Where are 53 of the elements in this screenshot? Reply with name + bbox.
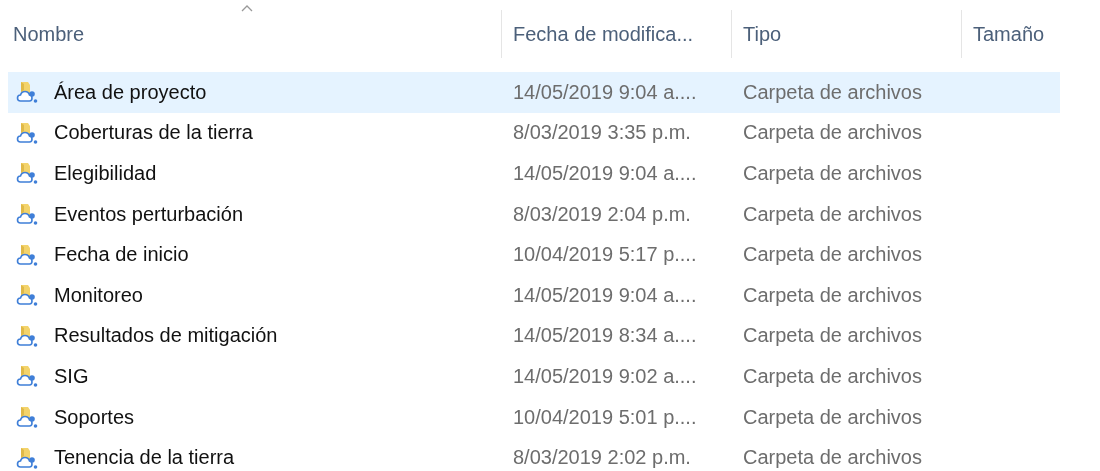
file-type: Carpeta de archivos (743, 243, 922, 267)
column-header[interactable]: Tamaño (973, 22, 1045, 46)
file-row[interactable]: Eventos perturbación 8/03/2019 2:04 p.m. Carpeta de archivos (8, 193, 1060, 235)
column-header[interactable]: Tipo (743, 22, 782, 46)
modified-date: 10/04/2019 5:01 p.... (513, 405, 697, 429)
modified-date: 14/05/2019 9:04 a.... (513, 80, 697, 104)
file-row[interactable]: Monitoreo 14/05/2019 9:04 a.... Carpeta de archivos (8, 274, 1060, 316)
folder-name: Soportes (54, 405, 135, 429)
modified-date: 8/03/2019 2:04 p.m. (513, 202, 691, 226)
folder-name: Elegibilidad (54, 162, 157, 185)
file-row[interactable]: Tenencia de la tierra 8/03/2019 2:02 p.m. Carpeta de archivos (8, 437, 1060, 471)
cloud-folder-icon (16, 120, 40, 145)
folder-name: Resultados de mitigación (54, 324, 278, 348)
file-row[interactable]: SIG 14/05/2019 9:02 a.... Carpeta de archivos (8, 356, 1060, 397)
modified-date: 8/03/2019 2:02 p.m. (513, 446, 691, 470)
folder-name: Tenencia de la tierra (54, 446, 235, 470)
file-row[interactable]: Elegibilidad 14/05/2019 9:04 a.... Carpeta de archivos (8, 153, 1060, 194)
cloud-folder-icon (16, 80, 40, 105)
folder-name: Área de proyecto (54, 80, 207, 104)
folder-name: Coberturas de la tierra (54, 121, 253, 145)
file-type: Carpeta de archivos (743, 121, 922, 145)
file-row[interactable]: Resultados de mitigación 14/05/2019 8:34 a.... Carpeta de archivos (8, 315, 1060, 357)
cloud-folder-icon (16, 364, 40, 389)
file-row[interactable]: Fecha de inicio 10/04/2019 5:17 p.... Carpeta de archivos (8, 234, 1060, 275)
file-type: Carpeta de archivos (743, 283, 922, 307)
column-header[interactable]: Fecha de modifica... (513, 22, 694, 46)
column-header[interactable]: Nombre (13, 22, 85, 46)
folder-name: Monitoreo (54, 283, 143, 307)
file-type: Carpeta de archivos (743, 364, 922, 388)
file-type: Carpeta de archivos (743, 405, 922, 429)
file-row[interactable]: Coberturas de la tierra 8/03/2019 3:35 p.m. Carpeta de archivos (8, 112, 1060, 154)
file-type: Carpeta de archivos (743, 324, 922, 348)
cloud-folder-icon (16, 405, 40, 430)
modified-date: 8/03/2019 3:35 p.m. (513, 121, 691, 145)
file-row[interactable]: Área de proyecto 14/05/2019 9:04 a.... Carpeta de archivos (8, 72, 1060, 113)
file-type: Carpeta de archivos (743, 80, 922, 104)
modified-date: 10/04/2019 5:17 p.... (513, 243, 697, 267)
modified-date: 14/05/2019 9:02 a.... (513, 364, 697, 388)
modified-date: 14/05/2019 8:34 a.... (513, 324, 697, 348)
file-type: Carpeta de archivos (743, 446, 922, 470)
cloud-folder-icon (16, 202, 40, 227)
cloud-folder-icon (16, 323, 40, 348)
file-type: Carpeta de archivos (743, 202, 922, 226)
file-type: Carpeta de archivos (743, 162, 922, 185)
modified-date: 14/05/2019 9:04 a.... (513, 162, 697, 185)
folder-name: Fecha de inicio (54, 243, 189, 267)
file-row[interactable]: Soportes 10/04/2019 5:01 p.... Carpeta de archivos (8, 396, 1060, 438)
cloud-folder-icon (16, 283, 40, 308)
modified-date: 14/05/2019 9:04 a.... (513, 283, 697, 307)
cloud-folder-icon (16, 161, 40, 186)
folder-name: Eventos perturbación (54, 202, 243, 226)
folder-name: SIG (54, 364, 89, 388)
cloud-folder-icon (16, 242, 40, 267)
